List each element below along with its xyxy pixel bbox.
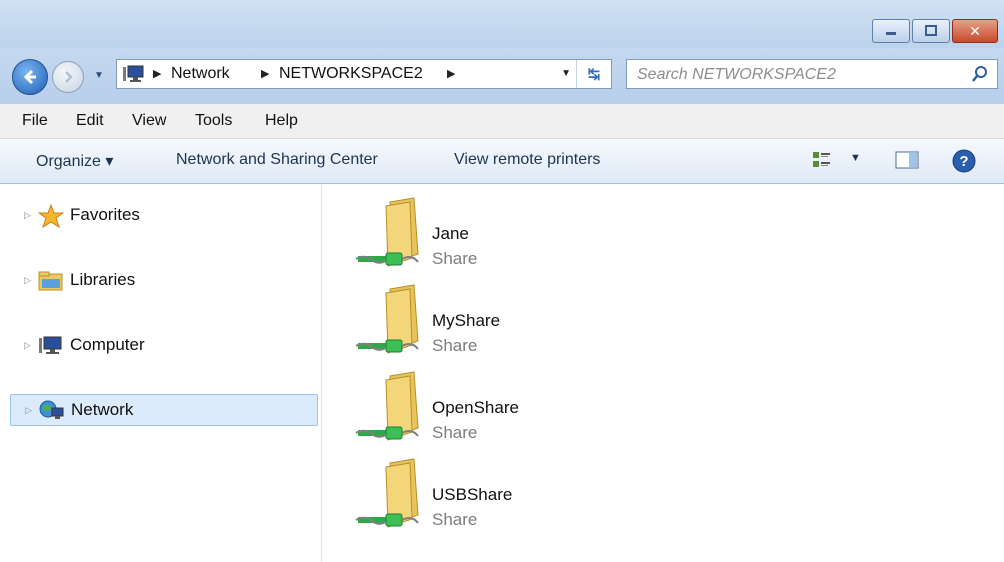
share-name: MyShare [432,311,501,330]
share-item[interactable]: USBShare Share [352,457,592,541]
command-bar: Organize ▾ Network and Sharing Center Vi… [0,139,1004,184]
network-icon [39,400,64,419]
svg-text:?: ? [959,153,968,170]
share-name: USBShare [432,485,513,504]
library-icon [38,271,63,291]
expand-arrow-icon[interactable]: ▷ [24,340,31,351]
shared-folder-icon [355,197,419,267]
back-button[interactable] [12,59,48,95]
nav-item-libraries[interactable]: ▷ Libraries [10,265,318,297]
refresh-icon: ↹ [587,66,601,83]
breadcrumb-network[interactable]: Network [171,65,230,83]
star-icon [38,204,64,228]
close-button[interactable]: ✕ [952,19,998,43]
shared-folder-icon [355,458,419,528]
refresh-button[interactable]: ↹ [576,60,611,88]
nav-item-network[interactable]: ▷ Network [10,394,318,426]
nav-item-favorites[interactable]: ▷ Favorites [10,200,318,232]
view-options-dropdown-icon[interactable]: ▼ [850,152,861,164]
share-type: Share [432,423,478,442]
shared-folder-icon [355,371,419,441]
breadcrumb-separator[interactable]: ▶ [153,67,161,80]
close-icon: ✕ [969,22,981,39]
share-item[interactable]: MyShare Share [352,283,592,367]
forward-button[interactable] [52,61,84,93]
shared-folder-icon [355,284,419,354]
help-icon[interactable]: ? [952,149,976,173]
network-sharing-center-button[interactable]: Network and Sharing Center [176,151,378,169]
menu-view[interactable]: View [132,112,166,130]
navigation-pane: ▷ Favorites ▷ Libraries ▷ Computer ▷ Net… [0,184,322,562]
organize-button[interactable]: Organize ▾ [36,151,113,171]
menu-help[interactable]: Help [265,112,298,130]
address-bar[interactable]: ▶ Network ▶ NETWORKSPACE2 ▶ ▼ ↹ [116,59,612,89]
menu-edit[interactable]: Edit [76,112,104,130]
share-name: OpenShare [432,398,519,417]
share-name: Jane [432,224,469,243]
view-remote-printers-button[interactable]: View remote printers [454,151,600,169]
file-list: Jane Share MyShare Share OpenShare Share [322,184,1004,562]
minimize-button[interactable] [872,19,910,43]
window-controls: ✕ [872,19,998,43]
address-row: ▼ ▶ Network ▶ NETWORKSPACE2 ▶ ▼ ↹ [0,48,1004,104]
computer-icon [123,65,144,82]
change-view-icon[interactable] [812,150,832,170]
menu-file[interactable]: File [22,112,48,130]
share-item[interactable]: OpenShare Share [352,370,592,454]
expand-arrow-icon[interactable]: ▷ [24,210,31,221]
preview-pane-icon[interactable] [895,150,919,170]
nav-item-computer[interactable]: ▷ Computer [10,330,318,362]
expand-arrow-icon[interactable]: ▷ [24,275,31,286]
menu-tools[interactable]: Tools [195,112,232,130]
title-bar: ✕ [0,0,1004,48]
breadcrumb-networkspace2[interactable]: NETWORKSPACE2 [279,65,423,83]
breadcrumb-separator[interactable]: ▶ [261,67,269,80]
breadcrumb-separator[interactable]: ▶ [447,67,455,80]
share-type: Share [432,249,478,268]
maximize-icon [925,25,937,36]
maximize-button[interactable] [912,19,950,43]
minimize-icon [886,32,896,35]
recent-pages-dropdown[interactable]: ▼ [94,70,104,81]
computer-icon [39,336,62,354]
expand-arrow-icon[interactable]: ▷ [25,405,32,416]
share-item[interactable]: Jane Share [352,196,592,280]
address-dropdown-icon[interactable]: ▼ [561,68,571,79]
back-arrow-icon [23,69,36,85]
search-box[interactable] [626,59,998,89]
menu-bar: File Edit View Tools Help [0,104,1004,139]
share-type: Share [432,510,478,529]
search-input[interactable] [635,64,959,86]
share-type: Share [432,336,478,355]
forward-arrow-icon [65,71,73,83]
search-icon[interactable] [971,65,989,83]
